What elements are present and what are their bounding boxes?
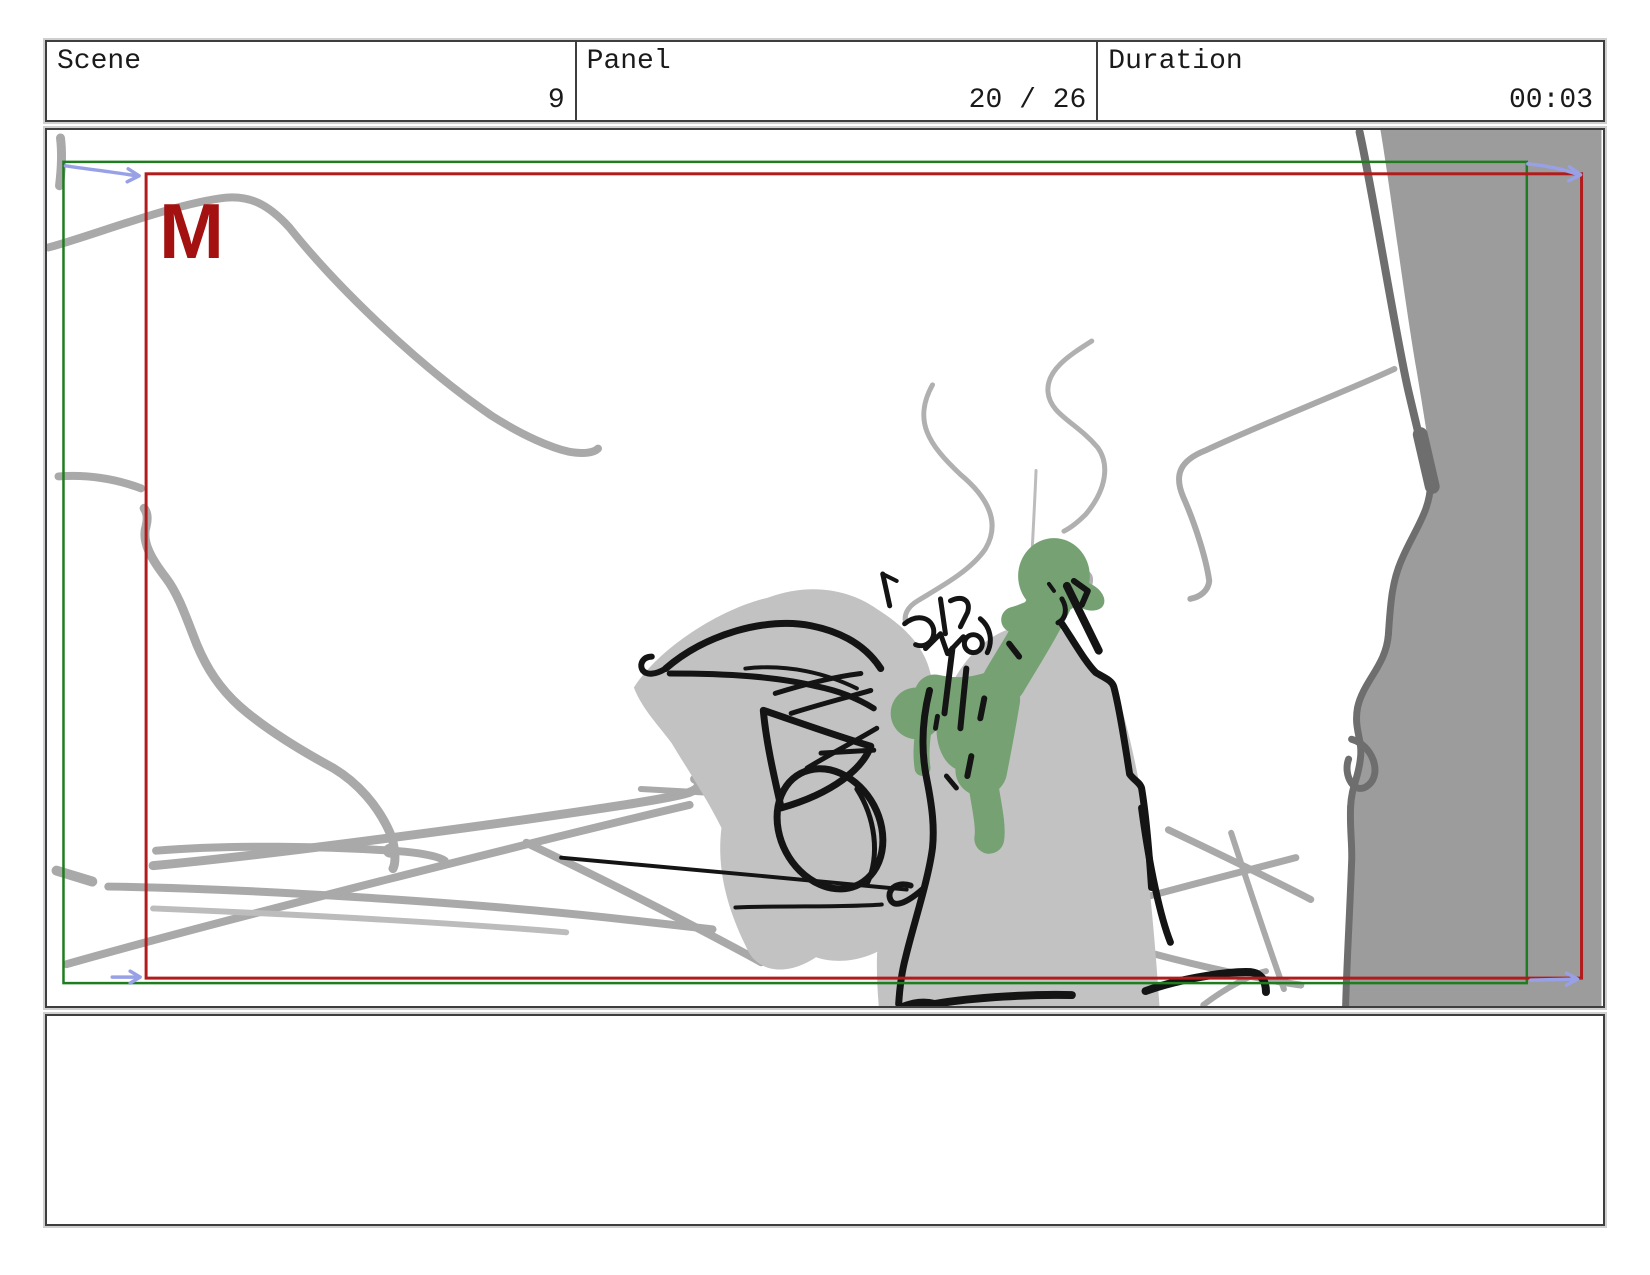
slime-ink-detail — [964, 753, 975, 780]
duration-value: 00:03 — [1508, 85, 1593, 117]
body-scribble — [937, 596, 948, 637]
scene-label: Scene — [57, 46, 142, 77]
scene-value: 9 — [547, 85, 565, 117]
camera-arrow-bottom-right — [1529, 977, 1578, 982]
thin-ground-line — [733, 902, 884, 910]
wall-curve-stroke — [1176, 365, 1398, 602]
duration-label: Duration — [1108, 46, 1243, 77]
storyboard-artwork — [47, 130, 1602, 1006]
left-wavy-stroke — [139, 503, 400, 874]
body-circle — [961, 632, 985, 656]
body-scribble — [947, 596, 971, 630]
slime-drip-long — [967, 764, 1005, 854]
slime-ink-detail — [933, 713, 940, 731]
camera-arrow-top-left — [63, 164, 138, 178]
storyboard-panel-canvas: M — [45, 128, 1605, 1008]
notes-box — [45, 1014, 1605, 1226]
marker-letter: M — [159, 187, 224, 275]
floor-knot — [383, 843, 397, 858]
ridge-line — [47, 193, 603, 457]
panel-label: Panel — [586, 46, 671, 77]
storyboard-sheet: { "header": { "scene": { "label": "Scene… — [0, 0, 1650, 1275]
slime-bridge — [1001, 584, 1069, 633]
panel-metadata-header: Scene 9 Panel 20 / 26 Duration 00:03 — [45, 40, 1605, 122]
panel-cell: Panel 20 / 26 — [574, 42, 1097, 120]
bottom-stroke — [898, 998, 939, 1006]
smoke-wisp — [1045, 338, 1108, 534]
right-floor-diagonal — [1228, 829, 1287, 993]
corner-tick-stroke — [55, 133, 67, 191]
scene-cell: Scene 9 — [47, 42, 575, 120]
wall-shape — [1342, 130, 1602, 1006]
background-sketch-strokes — [47, 133, 1398, 1006]
slime-drip-tip — [977, 831, 1000, 854]
smoke-wisp — [902, 382, 995, 626]
duration-cell: Duration 00:03 — [1096, 42, 1603, 120]
panel-value: 20 / 26 — [968, 85, 1087, 117]
floor-dash — [51, 865, 98, 887]
left-short-stroke — [54, 471, 146, 493]
slime-ink-detail — [977, 695, 988, 722]
